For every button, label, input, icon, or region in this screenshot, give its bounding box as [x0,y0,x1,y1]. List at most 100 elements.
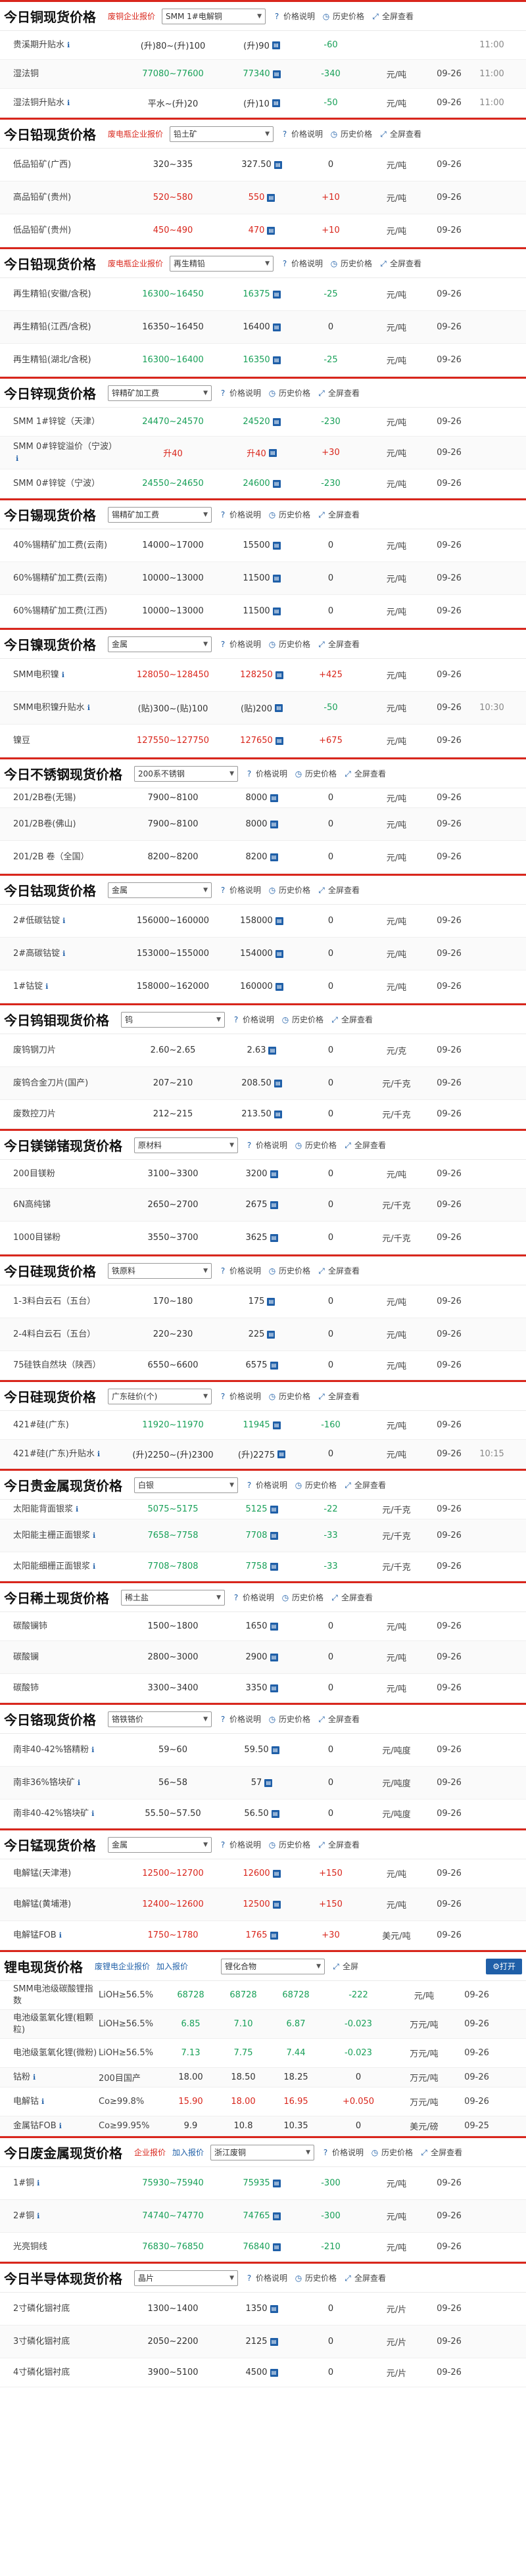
table-row[interactable]: 421#硅(广东) 11920~11970 11945 ▤ -160 元/吨 09-26 [0,1411,526,1440]
info-icon[interactable]: ℹ [76,1505,78,1514]
item-name[interactable]: 废钨钢刀片 [0,1045,117,1057]
item-name[interactable]: 201/2B卷(无锡) [0,792,117,804]
chart-icon[interactable]: ▤ [272,1869,281,1878]
category-select[interactable]: 再生精铅 ▼ [170,255,274,272]
info-icon[interactable]: ℹ [91,1809,94,1818]
item-name[interactable]: 太阳能背面银浆 ℹ [0,1504,117,1515]
item-name[interactable]: 金属钴FOB ℹ [0,2120,99,2132]
price-desc-link[interactable]: ? 价格说明 [218,387,261,398]
table-row[interactable]: 南非40-42%铬块矿 ℹ 55.50~57.50 56.50 ▤ 0 元/吨度 09-26 [0,1800,526,1828]
info-icon[interactable]: ℹ [87,704,90,712]
item-name[interactable]: 电解锰(黄埔港) [0,1899,117,1911]
chart-icon[interactable]: ▤ [270,1622,278,1631]
chart-icon[interactable]: ▤ [270,2304,278,2313]
table-row[interactable]: 6N高纯锑 2650~2700 2675 ▤ 0 元/千克 09-26 [0,1189,526,1222]
table-row[interactable]: 1#铜 ℹ 75930~75940 75935 ▤ -300 元/吨 09-26 [0,2167,526,2200]
table-row[interactable]: 201/2B卷(佛山) 7900~8100 8000 ▤ 0 元/吨 09-26 [0,808,526,841]
fullscreen-link[interactable]: ⤢ 全屏查看 [343,2272,386,2283]
table-row[interactable]: SMM 0#锌锭溢价（宁波）ℹ 升40 升40 ▤ +30 元/吨 09-26 [0,437,526,469]
chart-icon[interactable]: ▤ [272,2212,281,2220]
table-row[interactable]: 3寸磷化铟衬底 2050~2200 2125 ▤ 0 元/片 09-26 [0,2326,526,2358]
chart-icon[interactable]: ▤ [271,1809,279,1818]
fullscreen-link[interactable]: ⤢ 全屏查看 [379,128,421,139]
table-row[interactable]: 电解锰(天津港) 12500~12700 12600 ▤ +150 元/吨 09-26 [0,1859,526,1888]
fullscreen-link[interactable]: ⤢ 全屏查看 [317,1391,360,1402]
table-row[interactable]: 南非40-42%铬精粉 ℹ 59~60 59.50 ▤ 0 元/吨度 09-26 [0,1734,526,1767]
item-name[interactable]: 40%锡精矿加工费(云南) [0,540,117,552]
history-link[interactable]: ◷ 历史价格 [268,638,310,650]
chart-icon[interactable]: ▤ [270,1531,278,1540]
price-desc-link[interactable]: ? 价格说明 [245,1479,287,1491]
chart-icon[interactable]: ▤ [267,226,275,235]
chart-icon[interactable]: ▤ [272,607,281,615]
category-select[interactable]: 金属 ▼ [108,882,212,898]
table-row[interactable]: 碳酸铈 3300~3400 3350 ▤ 0 元/吨 09-26 [0,1674,526,1703]
fullscreen-link[interactable]: ⤢ 全屏查看 [379,258,421,269]
chart-icon[interactable]: ▤ [272,574,281,583]
fullscreen-link[interactable]: ⤢ 全屏查看 [371,11,414,22]
price-desc-link[interactable]: ? 价格说明 [218,1265,261,1276]
table-row[interactable]: 贵溪期升贴水 ℹ (升)80~(升)100 (升)90 ▤ -60 11:00 [0,31,526,60]
price-desc-link[interactable]: ? 价格说明 [245,768,287,779]
chart-icon[interactable]: ▤ [267,1297,275,1306]
table-row[interactable]: 太阳能细栅正面银浆 ℹ 7708~7808 7758 ▤ -33 元/千克 09-26 [0,1552,526,1581]
item-name[interactable]: SMM 0#锌锭溢价（宁波） ℹ [0,441,117,464]
category-select[interactable]: 稀土盐 ▼ [121,1589,225,1606]
price-desc-link[interactable]: ? 价格说明 [272,11,315,22]
chart-icon[interactable]: ▤ [272,2179,281,2187]
fullscreen-link[interactable]: ⤢ 全屏查看 [343,1139,386,1151]
table-row[interactable]: 废钨钢刀片 2.60~2.65 2.63 ▤ 0 元/克 09-26 [0,1034,526,1067]
item-name[interactable]: 太阳能主栅正面银浆 ℹ [0,1530,117,1542]
item-name[interactable]: 南非40-42%铬精粉 ℹ [0,1744,117,1756]
item-name[interactable]: 贵溪期升贴水 ℹ [0,39,117,51]
chart-icon[interactable]: ▤ [267,1330,275,1339]
table-row[interactable]: 电池级氢氧化锂(微粉) LiOH≥56.5% 7.13 7.75 7.44 -0.023 万… [0,2039,526,2068]
item-name[interactable]: 2#高碳钴锭 ℹ [0,948,117,960]
history-link[interactable]: ◷ 历史价格 [268,1713,310,1725]
history-link[interactable]: ◷ 历史价格 [268,1265,310,1276]
info-icon[interactable]: ℹ [62,949,65,958]
chart-icon[interactable]: ▤ [270,1562,278,1571]
fullscreen-link[interactable]: ⤢ 全屏查看 [343,768,386,779]
item-name[interactable]: 废钨合金刀片(国产) [0,1078,117,1089]
table-row[interactable]: 低品铅矿(贵州) 450~490 470 ▤ +10 元/吨 09-26 [0,214,526,247]
price-desc-link[interactable]: ? 价格说明 [245,2272,287,2283]
history-link[interactable]: ◷ 历史价格 [294,2272,337,2283]
table-row[interactable]: 太阳能背面银浆 ℹ 5075~5175 5125 ▤ -22 元/千克 09-26 [0,1500,526,1519]
info-icon[interactable]: ℹ [97,1450,100,1458]
chart-icon[interactable]: ▤ [268,1046,277,1055]
info-icon[interactable]: ℹ [16,454,18,463]
item-name[interactable]: SMM 1#锌锭（天津） [0,416,117,428]
item-name[interactable]: 碳酸铈 [0,1682,117,1694]
category-select[interactable]: 200系不锈钢 ▼ [134,765,238,782]
item-name[interactable]: 3寸磷化铟衬底 [0,2336,117,2348]
history-link[interactable]: ◷ 历史价格 [268,509,310,520]
category-select[interactable]: 原材料 ▼ [134,1137,238,1153]
category-select[interactable]: 浙江废铜 ▼ [210,2144,315,2160]
table-row[interactable]: 南非36%铬块矿 ℹ 56~58 57 ▤ 0 元/吨度 09-26 [0,1767,526,1800]
chart-icon[interactable]: ▤ [271,1746,279,1754]
item-name[interactable]: 200目镁粉 [0,1168,117,1180]
price-desc-link[interactable]: ? 价格说明 [231,1014,274,1025]
item-name[interactable]: 1-3料白云石（五台） [0,1296,117,1308]
item-name[interactable]: 1#钴锭 ℹ [0,981,117,993]
table-row[interactable]: 镍豆 127550~127750 127650 ▤ +675 元/吨 09-26 [0,725,526,757]
category-select[interactable]: 铬铁铬价 ▼ [108,1711,212,1727]
table-row[interactable]: 2#铜 ℹ 74740~74770 74765 ▤ -300 元/吨 09-26 [0,2200,526,2233]
info-icon[interactable]: ℹ [59,2122,62,2130]
chart-icon[interactable]: ▤ [272,323,281,331]
history-link[interactable]: ◷ 历史价格 [329,258,372,269]
chart-icon[interactable]: ▤ [274,704,283,712]
chart-icon[interactable]: ▤ [270,1201,278,1209]
table-row[interactable]: 废数控刀片 212~215 213.50 ▤ 0 元/千克 09-26 [0,1100,526,1129]
chart-icon[interactable]: ▤ [272,1421,281,1429]
info-icon[interactable]: ℹ [37,2179,39,2187]
item-name[interactable]: 2#铜 ℹ [0,2210,117,2222]
table-row[interactable]: 碳酸镧 2800~3000 2900 ▤ 0 元/吨 09-26 [0,1641,526,1674]
table-row[interactable]: SMM电池级碳酸锂指数 LiOH≥56.5% 68728 68728 68728 -222… [0,1981,526,2010]
item-name[interactable]: 再生精铅(江西/含税) [0,322,117,333]
history-link[interactable]: ◷ 历史价格 [281,1592,323,1603]
chart-icon[interactable]: ▤ [275,949,283,958]
item-name[interactable]: 6N高纯锑 [0,1199,117,1211]
quote-link[interactable]: 废电瓶企业报价 [108,258,163,269]
